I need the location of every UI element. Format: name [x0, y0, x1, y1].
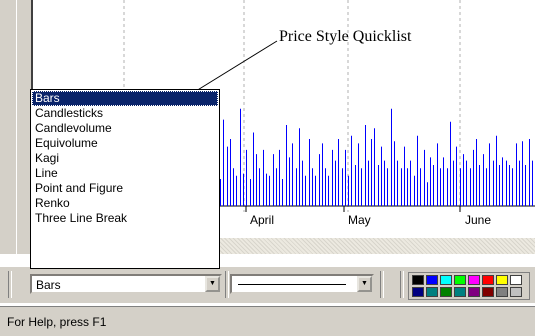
status-bar: For Help, press F1 [0, 306, 535, 336]
toolbar-separator [8, 271, 12, 298]
color-swatch[interactable] [496, 275, 508, 285]
price-style-option[interactable]: Three Line Break [32, 211, 218, 226]
color-palette[interactable] [408, 272, 530, 300]
toolbar-separator [400, 271, 404, 298]
toolbar-separator [225, 271, 229, 298]
price-style-option[interactable]: Candlevolume [32, 121, 218, 136]
color-swatch[interactable] [468, 275, 480, 285]
toolbar-separator [380, 271, 384, 298]
color-swatch[interactable] [468, 287, 480, 297]
price-style-combobox[interactable]: Bars ▼ [30, 274, 222, 294]
price-style-quicklist[interactable]: Bars Candlesticks Candlevolume Equivolum… [30, 89, 220, 269]
color-swatch[interactable] [454, 275, 466, 285]
status-text: For Help, press F1 [7, 315, 107, 329]
color-swatch[interactable] [510, 275, 522, 285]
price-style-combobox-value: Bars [36, 278, 61, 292]
color-swatch[interactable] [510, 287, 522, 297]
color-swatch[interactable] [454, 287, 466, 297]
color-swatch[interactable] [440, 275, 452, 285]
color-swatch[interactable] [496, 287, 508, 297]
color-swatch[interactable] [426, 287, 438, 297]
color-swatch[interactable] [412, 275, 424, 285]
line-style-dropdown-button[interactable]: ▼ [357, 276, 372, 292]
price-style-option[interactable]: Equivolume [32, 136, 218, 151]
color-swatch[interactable] [440, 287, 452, 297]
style-toolbar: Bars ▼ ▼ [0, 266, 535, 303]
price-style-option[interactable]: Renko [32, 196, 218, 211]
price-style-option[interactable]: Line [32, 166, 218, 181]
price-style-option[interactable]: Point and Figure [32, 181, 218, 196]
price-style-dropdown-button[interactable]: ▼ [205, 276, 220, 292]
line-style-sample [238, 284, 346, 285]
price-style-option[interactable]: Candlesticks [32, 106, 218, 121]
color-swatch[interactable] [482, 275, 494, 285]
price-style-option[interactable]: Bars [32, 91, 218, 106]
color-swatch[interactable] [412, 287, 424, 297]
price-style-option[interactable]: Kagi [32, 151, 218, 166]
color-swatch[interactable] [426, 275, 438, 285]
line-style-combobox[interactable]: ▼ [230, 274, 374, 294]
color-swatch[interactable] [482, 287, 494, 297]
